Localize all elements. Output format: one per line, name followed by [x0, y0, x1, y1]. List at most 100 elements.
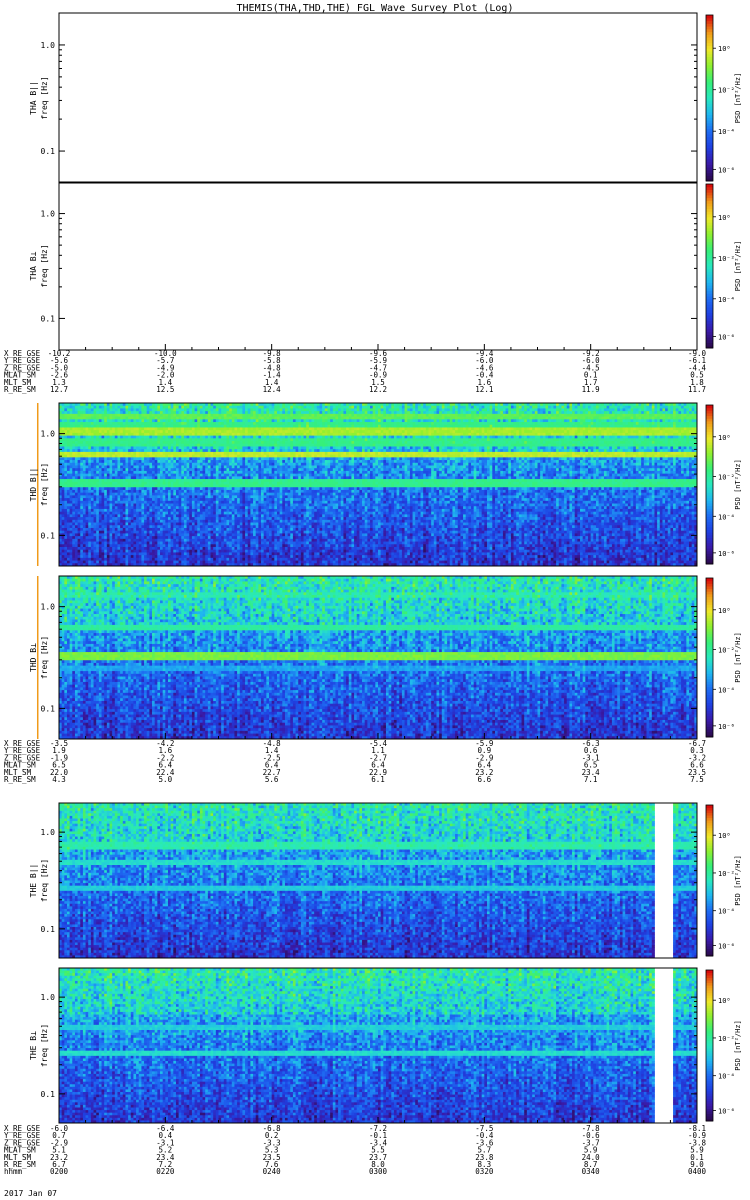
spectrogram-cell — [67, 474, 70, 477]
colorbar: 10⁰10⁻²10⁻⁴10⁻⁶PSD [nT²/Hz] — [706, 184, 742, 349]
spectrogram-cell — [70, 406, 73, 409]
spectrogram-cell — [72, 523, 75, 526]
spectrogram-cell — [78, 476, 81, 479]
spectrogram-cell — [67, 457, 70, 460]
spectrogram-cell — [70, 460, 73, 463]
spectrogram-cell — [70, 509, 73, 512]
spectrogram-cell — [83, 485, 86, 488]
spectrogram-cell — [70, 436, 73, 439]
spectrogram-cell — [80, 555, 83, 558]
spectrogram-cell — [72, 441, 75, 444]
spectrogram-cell — [64, 419, 67, 422]
spectrogram-cell — [70, 514, 73, 517]
spectrogram-cell — [67, 533, 70, 536]
spectrogram-cell — [72, 436, 75, 439]
spectrogram-cell — [70, 441, 73, 444]
spectrogram-cell — [67, 476, 70, 479]
spectrogram-cell — [86, 465, 89, 468]
spectrogram-cell — [80, 406, 83, 409]
spectrogram-cell — [70, 452, 73, 455]
spectrogram-cell — [75, 430, 78, 433]
spectrogram-cell — [67, 446, 70, 449]
spectrogram-cell — [70, 561, 73, 564]
spectrogram-cell — [78, 517, 81, 520]
spectrogram-cell — [72, 422, 75, 425]
spectrogram-cell — [64, 555, 67, 558]
spectrogram-cell — [62, 542, 65, 545]
spectrogram-cell — [70, 552, 73, 555]
spectrogram-cell — [75, 536, 78, 539]
spectrogram-cell — [78, 471, 81, 474]
spectrogram-cell — [83, 523, 86, 526]
spectrogram-cell — [83, 506, 86, 509]
spectrogram-cell — [70, 425, 73, 428]
spectrogram-cell — [80, 547, 83, 550]
spectrogram-cell — [67, 558, 70, 561]
spectrogram-cell — [70, 419, 73, 422]
spectrogram-cell — [83, 433, 86, 436]
spectrogram-cell — [83, 533, 86, 536]
spectrogram-cell — [83, 422, 86, 425]
spectrogram-cell — [75, 406, 78, 409]
spectrogram-cell — [86, 419, 89, 422]
spectrogram-cell — [75, 504, 78, 507]
spectrogram-cell — [78, 495, 81, 498]
spectrogram-cell — [62, 528, 65, 531]
spectrogram-cell — [62, 517, 65, 520]
spectrogram-cell — [64, 468, 67, 471]
spectrogram-cell — [78, 468, 81, 471]
spectrogram-cell — [70, 463, 73, 466]
spectrogram-cell — [64, 542, 67, 545]
spectrogram-cell — [70, 558, 73, 561]
spectrogram-cell — [67, 509, 70, 512]
spectrogram-cell — [80, 495, 83, 498]
spectrogram-cell — [75, 441, 78, 444]
spectrogram-cell — [62, 460, 65, 463]
spectrogram-cell — [67, 411, 70, 414]
spectrogram-cell — [62, 476, 65, 479]
spectrogram-cell — [72, 446, 75, 449]
spectrogram-cell — [67, 555, 70, 558]
spectrogram-cell — [86, 468, 89, 471]
spectrogram-cell — [70, 411, 73, 414]
spectrogram-cell — [83, 493, 86, 496]
spectrogram-cell — [72, 493, 75, 496]
spectrogram-cell — [67, 561, 70, 564]
spectrogram-cell — [72, 531, 75, 534]
spectrogram-cell — [70, 438, 73, 441]
spectrogram-cell — [72, 430, 75, 433]
spectrogram-cell — [67, 460, 70, 463]
spectrogram-cell — [75, 542, 78, 545]
spectrogram-cell — [67, 430, 70, 433]
spectrogram-cell — [67, 449, 70, 452]
spectrogram-cell — [86, 498, 89, 501]
colorbar-segment — [706, 184, 713, 187]
spectrogram-cell — [64, 495, 67, 498]
spectrogram-cell — [72, 506, 75, 509]
spectrogram-cell — [70, 506, 73, 509]
colorbar: 10⁰10⁻²10⁻⁴10⁻⁶PSD [nT²/Hz] — [706, 15, 742, 182]
spectrogram-cell — [86, 460, 89, 463]
spectrogram-cell — [62, 493, 65, 496]
spectrogram-cell — [80, 422, 83, 425]
spectrogram-cell — [62, 520, 65, 523]
spectrogram-cell — [70, 525, 73, 528]
spectrogram-cell — [62, 411, 65, 414]
spectrogram-cell — [64, 539, 67, 542]
spectrogram-cell — [70, 528, 73, 531]
spectrogram-cell — [80, 468, 83, 471]
spectrogram-cell — [67, 468, 70, 471]
spectrogram-cell — [67, 414, 70, 417]
spectrogram-cell — [75, 485, 78, 488]
spectrogram-cell — [80, 411, 83, 414]
spectrogram-cell — [70, 479, 73, 482]
spectrogram-cell — [70, 433, 73, 436]
spectrogram-cell — [78, 536, 81, 539]
spectrogram-cell — [70, 417, 73, 420]
spectrogram-cell — [83, 463, 86, 466]
spectrogram-cell — [70, 520, 73, 523]
spectrogram-cell — [70, 476, 73, 479]
spectrogram-cell — [75, 506, 78, 509]
spectrogram-cell — [70, 501, 73, 504]
spectrogram-cell — [67, 419, 70, 422]
